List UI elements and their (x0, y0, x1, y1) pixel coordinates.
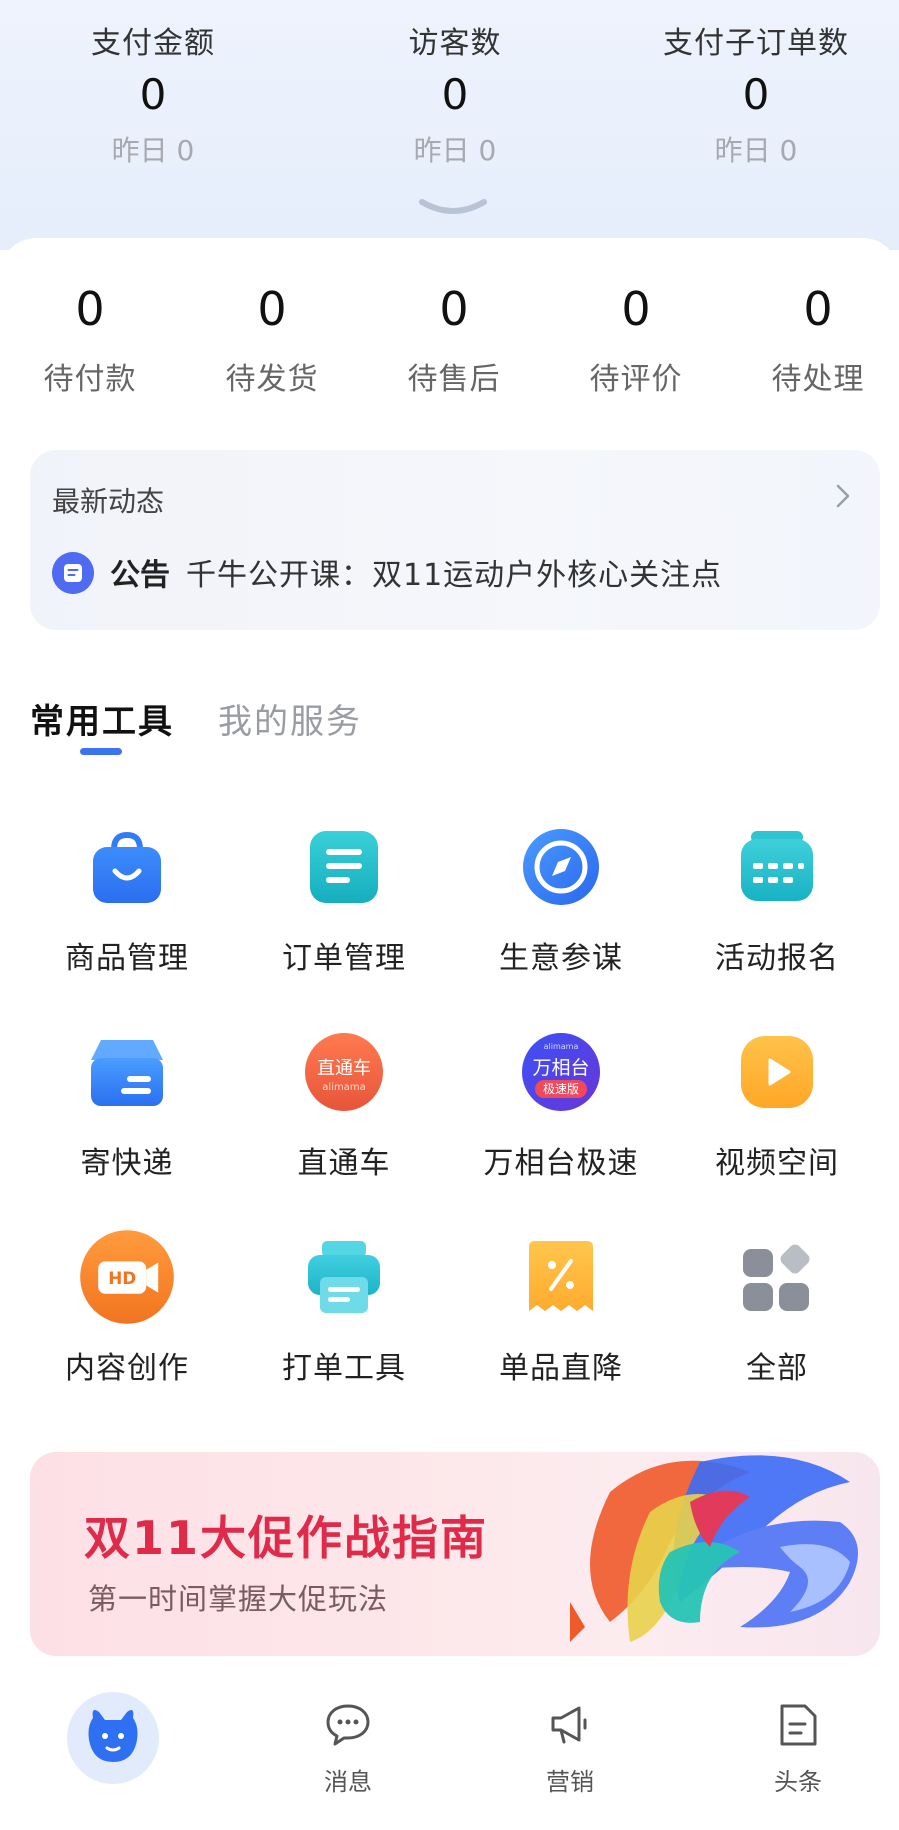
tool-wxt[interactable]: alimama 万相台 极速版 万相台极速 (461, 1032, 661, 1182)
bottom-nav: 消息 营销 头条 (0, 1680, 899, 1830)
tool-label: 打单工具 (282, 1351, 406, 1386)
order-label: 待发货 (225, 362, 319, 397)
svg-text:alimama: alimama (544, 1042, 579, 1051)
tool-label: 直通车 (297, 1146, 391, 1181)
tool-label: 订单管理 (282, 941, 406, 976)
tool-label: 全部 (746, 1351, 808, 1386)
nav-label: 消息 (324, 1768, 372, 1796)
order-count: 0 (621, 282, 651, 336)
news-tag: 公告 (110, 558, 170, 593)
svg-text:直通车: 直通车 (317, 1058, 371, 1079)
nav-messages[interactable]: 消息 (288, 1700, 408, 1797)
stat-sub-orders[interactable]: 支付子订单数 0 昨日 0 (606, 18, 899, 169)
order-pending-review[interactable]: 0 待评价 (546, 282, 726, 398)
percent-coupon-icon (529, 1241, 593, 1311)
tool-label: 寄快递 (80, 1146, 174, 1181)
tool-event-signup[interactable]: 活动报名 (677, 827, 877, 977)
promo-banner[interactable]: 双11大促作战指南 第一时间掌握大促玩法 (30, 1452, 880, 1656)
stat-label: 访客数 (408, 26, 502, 61)
order-label: 待处理 (771, 362, 865, 397)
stat-label: 支付子订单数 (663, 26, 849, 61)
expand-chevron-icon[interactable] (418, 198, 488, 218)
order-label: 待售后 (407, 362, 501, 397)
nav-marketing[interactable]: 营销 (510, 1700, 630, 1797)
grid-all-icon (743, 1244, 810, 1311)
tool-content-creation[interactable]: HD 内容创作 (27, 1230, 227, 1387)
tool-label: 内容创作 (65, 1351, 189, 1386)
stat-label: 支付金额 (91, 26, 215, 61)
ztc-logo-icon: 直通车 alimama (305, 1033, 383, 1111)
tool-label: 活动报名 (715, 941, 839, 976)
tool-send-express[interactable]: 寄快递 (27, 1032, 227, 1182)
bull-home-icon (88, 1710, 138, 1762)
stat-value: 0 (742, 70, 770, 119)
wxt-logo-icon: alimama 万相台 极速版 (522, 1033, 600, 1111)
tool-label: 视频空间 (715, 1146, 839, 1181)
order-label: 待评价 (589, 362, 683, 397)
svg-text:极速版: 极速版 (543, 1082, 579, 1096)
order-count: 0 (803, 282, 833, 336)
tool-print-labels[interactable]: 打单工具 (244, 1237, 444, 1387)
nav-home-button[interactable] (67, 1692, 159, 1784)
order-count: 0 (75, 282, 105, 336)
megaphone-icon (551, 1706, 587, 1744)
tool-label: 单品直降 (499, 1351, 623, 1386)
calendar-icon (741, 831, 813, 901)
stat-yesterday: 昨日 0 (413, 134, 497, 167)
shopping-bag-icon (93, 831, 161, 903)
tool-video-space[interactable]: 视频空间 (677, 1032, 877, 1182)
news-text: 千牛公开课：双11运动户外核心关注点 (186, 558, 723, 593)
stat-yesterday: 昨日 0 (714, 134, 798, 167)
swirl-art-icon (570, 1455, 858, 1642)
tool-label: 生意参谋 (499, 941, 623, 976)
stat-visitors[interactable]: 访客数 0 昨日 0 (305, 18, 605, 169)
announcement-icon (52, 552, 94, 594)
svg-text:alimama: alimama (322, 1082, 365, 1093)
chevron-right-icon (836, 484, 850, 508)
banner-subtitle: 第一时间掌握大促玩法 (88, 1582, 389, 1616)
order-pending-payment[interactable]: 0 待付款 (0, 282, 180, 398)
banner-title: 双11大促作战指南 (84, 1511, 489, 1565)
tool-ztc[interactable]: 直通车 alimama 直通车 (244, 1032, 444, 1182)
nav-headlines[interactable]: 头条 (738, 1700, 858, 1797)
tool-product-management[interactable]: 商品管理 (27, 827, 227, 977)
order-count: 0 (439, 282, 469, 336)
package-box-icon (91, 1040, 163, 1106)
tool-all[interactable]: 全部 (677, 1237, 877, 1387)
tool-price-drop[interactable]: 单品直降 (461, 1237, 661, 1387)
stat-value: 0 (441, 70, 469, 119)
order-pending-handle[interactable]: 0 待处理 (728, 282, 899, 398)
message-icon (326, 1704, 370, 1746)
order-after-sales[interactable]: 0 待售后 (364, 282, 544, 398)
news-title: 最新动态 (52, 485, 165, 518)
order-label: 待付款 (43, 362, 137, 397)
printer-icon (308, 1241, 380, 1313)
order-pending-shipment[interactable]: 0 待发货 (182, 282, 362, 398)
order-count: 0 (257, 282, 287, 336)
nav-label: 营销 (546, 1768, 594, 1796)
hd-camera-icon: HD (80, 1230, 174, 1324)
headline-icon (780, 1704, 817, 1746)
tool-label: 万相台极速 (483, 1146, 639, 1181)
tab-common-tools[interactable]: 常用工具 (30, 694, 174, 743)
tab-underline (80, 748, 122, 755)
tool-order-management[interactable]: 订单管理 (244, 827, 444, 977)
stat-value: 0 (139, 70, 167, 119)
svg-text:万相台: 万相台 (532, 1057, 589, 1079)
compass-icon (523, 829, 599, 905)
stat-yesterday: 昨日 0 (111, 134, 195, 167)
svg-text:HD: HD (108, 1268, 136, 1288)
tool-business-advisor[interactable]: 生意参谋 (461, 827, 661, 977)
stat-payment-amount[interactable]: 支付金额 0 昨日 0 (3, 18, 303, 169)
order-list-icon (310, 831, 378, 903)
tool-label: 商品管理 (65, 941, 189, 976)
play-icon (741, 1036, 813, 1108)
tab-my-services[interactable]: 我的服务 (218, 694, 362, 743)
latest-news-card[interactable]: 最新动态 公告 千牛公开课：双11运动户外核心关注点 (30, 450, 880, 630)
nav-label: 头条 (774, 1768, 822, 1796)
